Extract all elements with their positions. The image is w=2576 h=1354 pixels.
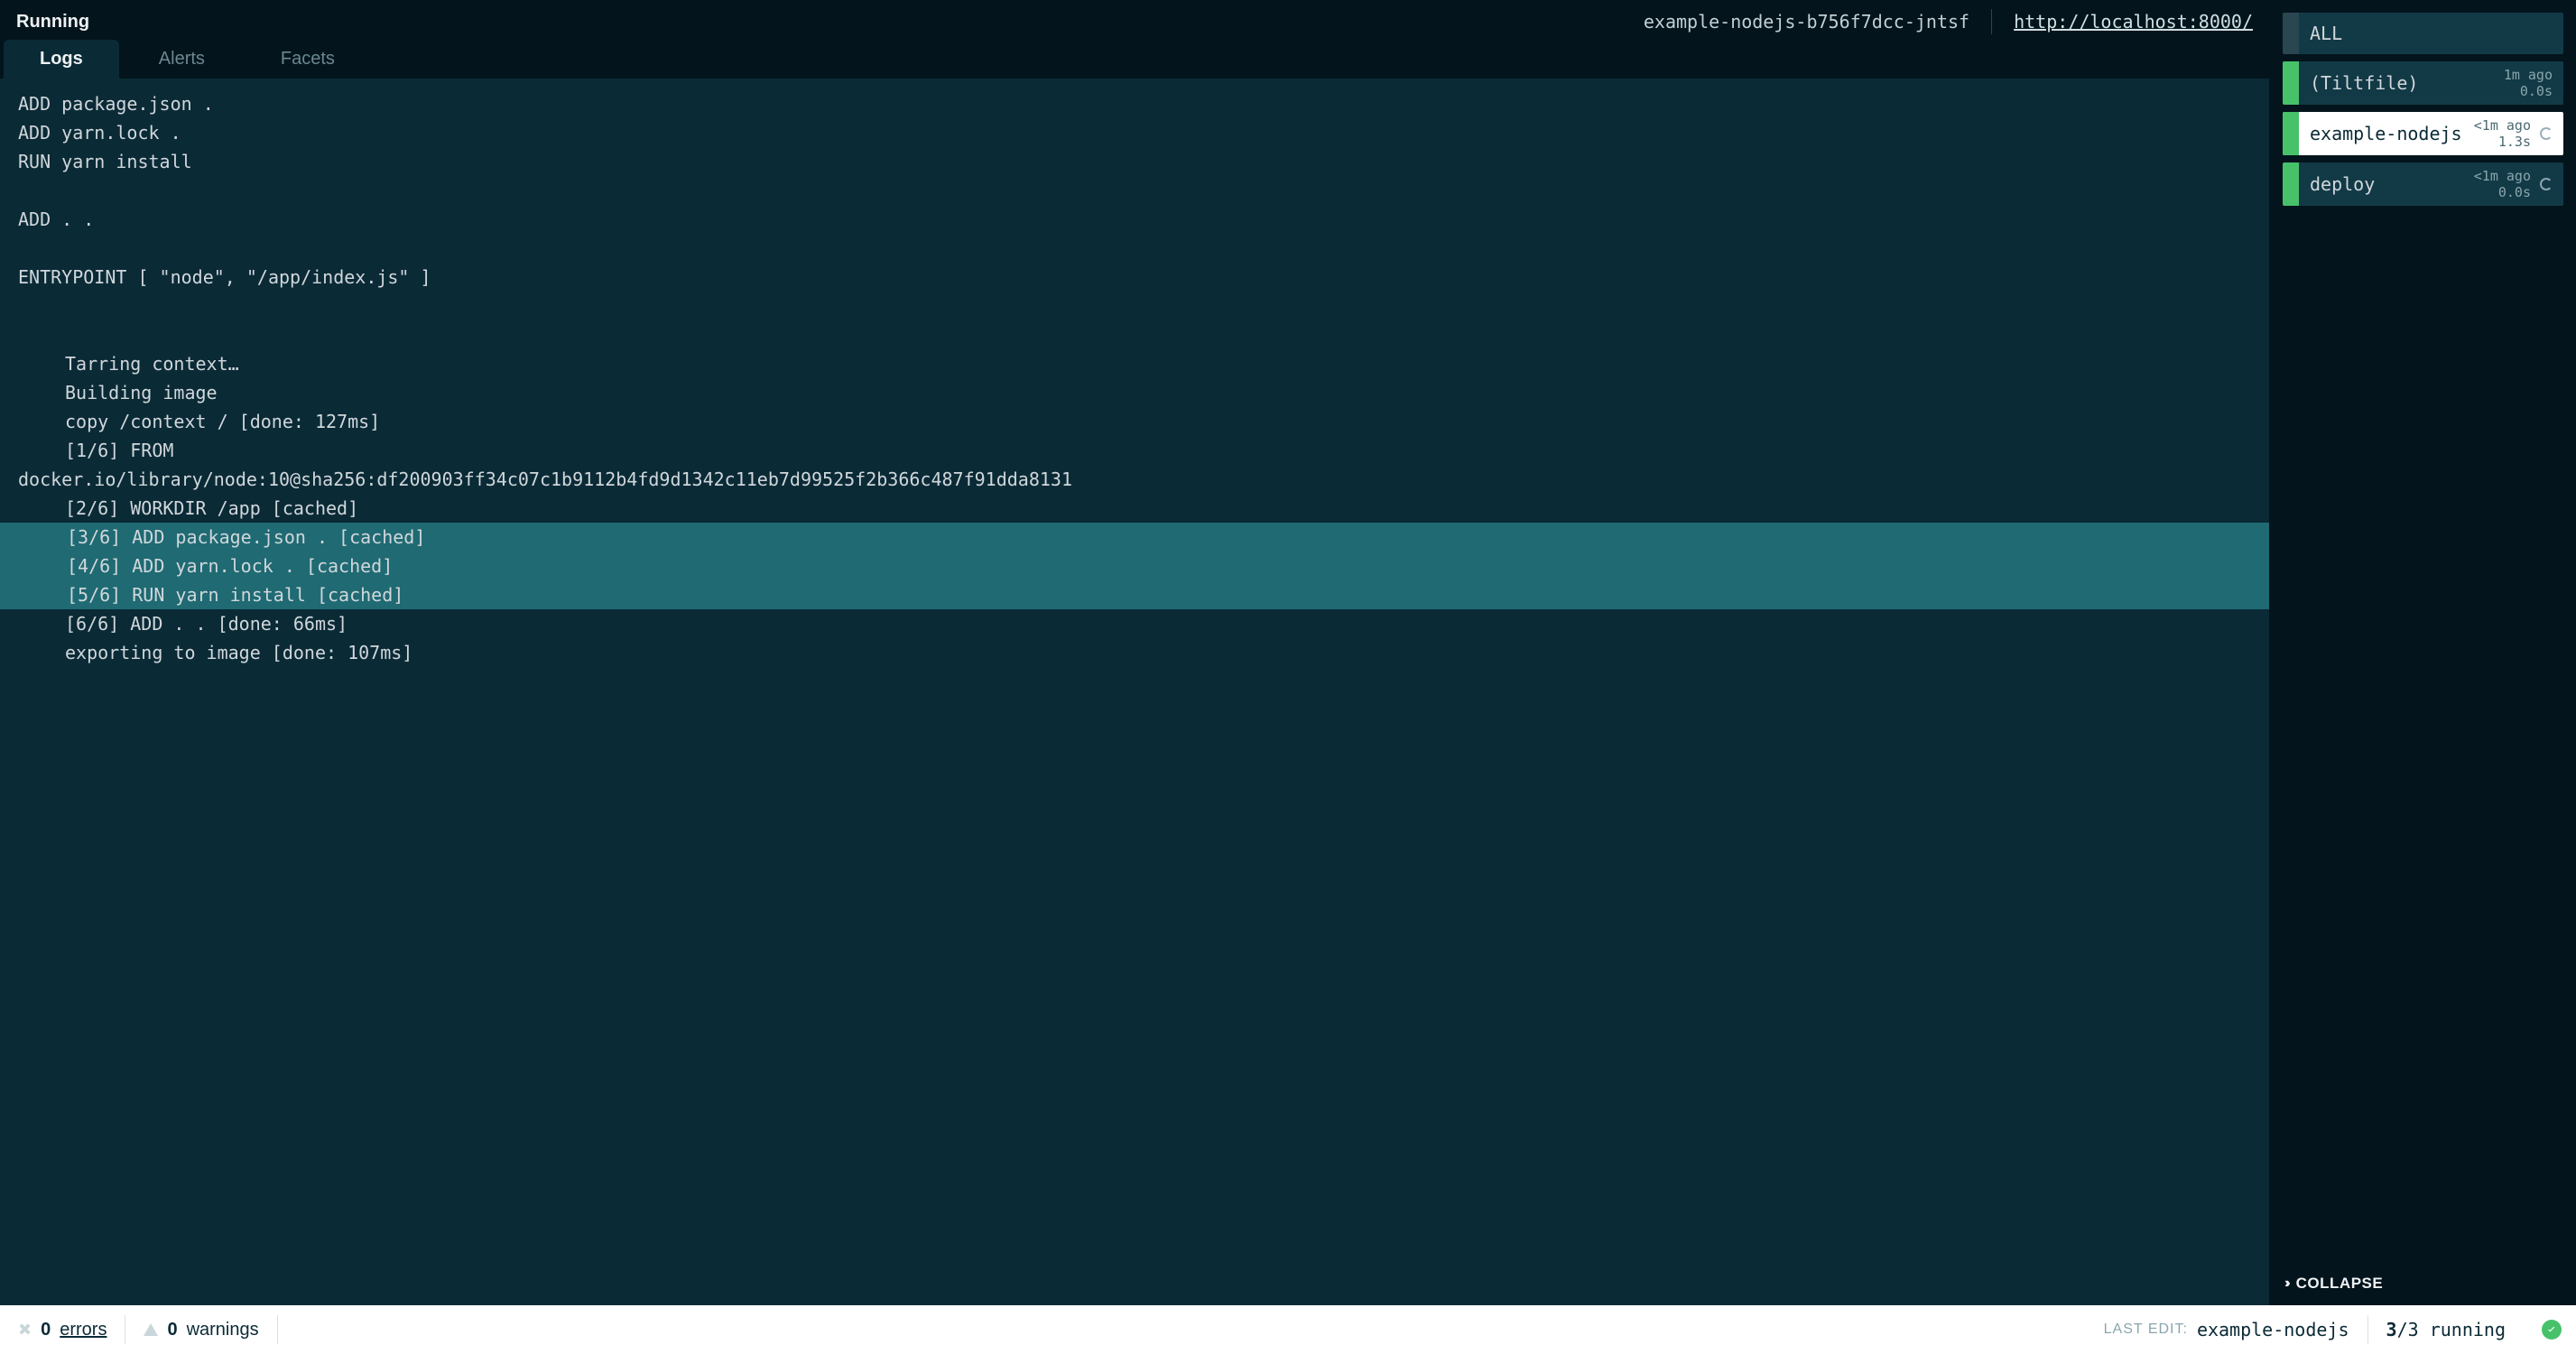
tab-facets[interactable]: Facets [245, 40, 371, 79]
warnings-cell[interactable]: 0 warnings [125, 1305, 276, 1354]
log-line: [4/6] ADD yarn.lock . [cached] [0, 552, 2269, 580]
status-label: Running [16, 12, 89, 32]
log-line: RUN yarn install [0, 147, 2269, 176]
log-line: [5/6] RUN yarn install [cached] [0, 580, 2269, 609]
errors-label[interactable]: errors [60, 1320, 107, 1340]
running-current: 3 [2386, 1319, 2397, 1340]
log-line: ADD yarn.lock . [0, 118, 2269, 147]
log-line: exporting to image [done: 107ms] [0, 638, 2269, 667]
log-line [0, 176, 2269, 205]
collapse-label: COLLAPSE [2296, 1275, 2384, 1293]
divider [1991, 9, 1992, 34]
resource-name: ALL [2310, 23, 2342, 44]
divider [277, 1315, 278, 1344]
last-edit-value: example-nodejs [2197, 1319, 2349, 1340]
resource-example[interactable]: example-nodejs <1m ago1.3s [2283, 112, 2563, 155]
resource-all[interactable]: ALL [2283, 13, 2563, 54]
log-line: [3/6] ADD package.json . [cached] [0, 523, 2269, 552]
running-total: 3 [2408, 1319, 2419, 1340]
warnings-count: 0 [167, 1320, 177, 1340]
tabs: LogsAlertsFacets [0, 40, 2269, 79]
running-label: running [2430, 1319, 2506, 1340]
log-line [0, 292, 2269, 320]
main-panel: Running example-nodejs-b756f7dcc-jntsf h… [0, 0, 2269, 1305]
resource-name: deploy [2310, 173, 2375, 195]
last-edit-cell: LAST EDIT: example-nodejs [2086, 1305, 2368, 1354]
log-line: [2/6] WORKDIR /app [cached] [0, 494, 2269, 523]
resource-time: <1m ago [2474, 117, 2531, 134]
health-icon[interactable] [2542, 1320, 2562, 1340]
resource-name: (Tiltfile) [2310, 72, 2418, 94]
collapse-button[interactable]: ›› COLLAPSE [2270, 1264, 2576, 1305]
warning-icon [144, 1323, 158, 1336]
log-line: Tarring context… [0, 349, 2269, 378]
last-edit-label: LAST EDIT: [2104, 1322, 2188, 1338]
resource-time: 1m ago [2504, 67, 2553, 83]
chevrons-right-icon: ›› [2284, 1275, 2287, 1292]
tab-logs[interactable]: Logs [4, 40, 119, 79]
status-stripe [2283, 162, 2299, 206]
resource-time: <1m ago [2474, 168, 2531, 184]
error-icon: ✖ [18, 1321, 32, 1340]
sidebar: ALL(Tiltfile)1m ago0.0sexample-nodejs<1m… [2269, 0, 2576, 1305]
running-cell: 3/3 running [2368, 1305, 2524, 1354]
warnings-label: warnings [187, 1320, 259, 1340]
errors-cell[interactable]: ✖ 0 errors [0, 1305, 125, 1354]
log-output[interactable]: ADD package.json .ADD yarn.lock .RUN yar… [0, 79, 2269, 1305]
log-line: ADD . . [0, 205, 2269, 234]
log-line: [6/6] ADD . . [done: 66ms] [0, 609, 2269, 638]
refresh-icon[interactable] [2540, 127, 2553, 140]
resource-duration: 0.0s [2520, 83, 2553, 99]
tab-alerts[interactable]: Alerts [123, 40, 241, 79]
header: Running example-nodejs-b756f7dcc-jntsf h… [0, 0, 2269, 40]
log-line [0, 320, 2269, 349]
pod-name: example-nodejs-b756f7dcc-jntsf [1644, 11, 1969, 32]
status-stripe [2283, 13, 2299, 54]
resource-name: example-nodejs [2310, 123, 2462, 144]
log-line: Building image [0, 378, 2269, 407]
status-bar: ✖ 0 errors 0 warnings LAST EDIT: example… [0, 1305, 2576, 1354]
status-stripe [2283, 112, 2299, 155]
status-stripe [2283, 61, 2299, 105]
errors-count: 0 [41, 1320, 51, 1340]
resource-list: ALL(Tiltfile)1m ago0.0sexample-nodejs<1m… [2270, 0, 2576, 206]
log-line: copy /context / [done: 127ms] [0, 407, 2269, 436]
resource-deploy[interactable]: deploy <1m ago0.0s [2283, 162, 2563, 206]
log-line: [1/6] FROM [0, 436, 2269, 465]
resource-tiltfile[interactable]: (Tiltfile) 1m ago0.0s [2283, 61, 2563, 105]
endpoint-link[interactable]: http://localhost:8000/ [2014, 11, 2253, 32]
refresh-icon[interactable] [2540, 178, 2553, 190]
log-line: ENTRYPOINT [ "node", "/app/index.js" ] [0, 263, 2269, 292]
log-line [0, 234, 2269, 263]
log-line: docker.io/library/node:10@sha256:df20090… [0, 465, 2269, 494]
resource-duration: 0.0s [2498, 184, 2531, 200]
log-line: ADD package.json . [0, 89, 2269, 118]
resource-duration: 1.3s [2498, 134, 2531, 150]
